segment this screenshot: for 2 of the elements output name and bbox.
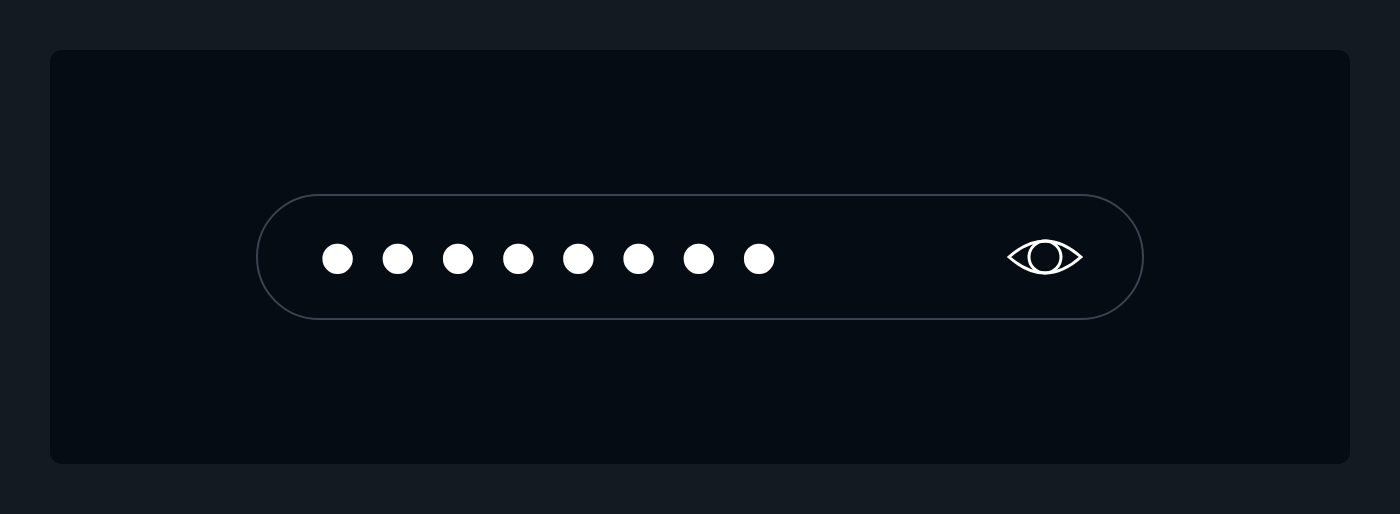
password-field[interactable]: •••••••• [256,194,1144,320]
password-input[interactable]: •••••••• [318,202,1006,312]
